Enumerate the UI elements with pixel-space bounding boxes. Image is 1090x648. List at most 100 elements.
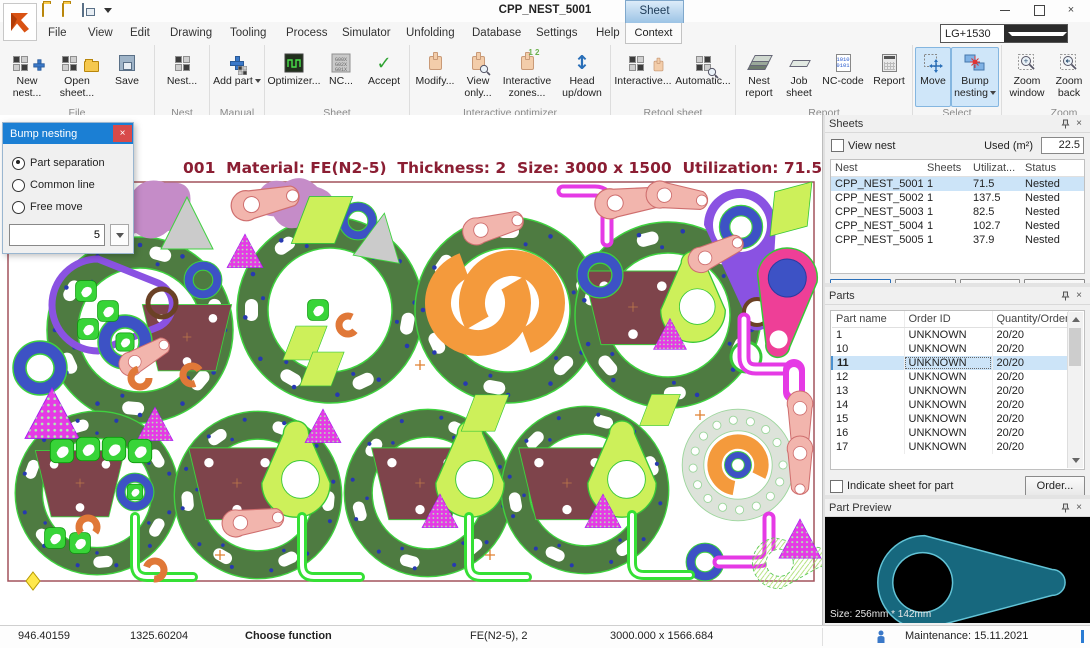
pin-icon[interactable]	[1058, 501, 1072, 515]
indicate-sheet-checkbox[interactable]: Indicate sheet for part	[830, 480, 953, 493]
nc-button[interactable]: G00XG02XG01X NC...	[321, 47, 361, 107]
parts-panel: Parts × Part name Order ID Quantity/Orde…	[825, 287, 1090, 495]
radio-part-separation[interactable]: Part separation	[3, 152, 133, 174]
radio-common-line[interactable]: Common line	[3, 174, 133, 196]
sheet-row[interactable]: CPP_NEST_50041 102.7Nested	[831, 219, 1084, 233]
machine-selector-value: LG+1530	[941, 28, 1004, 40]
retool-interactive-button[interactable]: Interactive...	[613, 47, 673, 107]
col-order-id[interactable]: Order ID	[904, 311, 992, 328]
tab-tooling[interactable]: Tooling	[222, 22, 274, 44]
preview-panel-title: Part Preview	[829, 502, 891, 514]
zoom-window-button[interactable]: + Zoom window	[1004, 47, 1050, 107]
modify-button[interactable]: Modify...	[412, 47, 458, 107]
pin-icon[interactable]	[1058, 117, 1072, 131]
view-nest-checkbox[interactable]: View nest	[831, 139, 896, 152]
tab-database[interactable]: Database	[464, 22, 529, 44]
report-button[interactable]: Report	[868, 47, 910, 107]
job-sheet-button[interactable]: Job sheet	[780, 47, 818, 107]
interactive-zones-icon: 1 2	[521, 50, 534, 76]
bump-distance-dropdown[interactable]	[110, 224, 129, 246]
open-sheet-button[interactable]: Open sheet...	[52, 47, 102, 107]
ribbon-group-sheet: Optimizer... G00XG02XG01X NC... ✓ Accept…	[265, 45, 410, 115]
part-row[interactable]: 1UNKNOWN20/20	[832, 328, 1069, 343]
scrollbar-thumb[interactable]	[1069, 328, 1081, 366]
nc-code-button[interactable]: 10100101 NC-code	[818, 47, 868, 107]
move-button[interactable]: Move	[915, 47, 951, 107]
part-row[interactable]: 12UNKNOWN20/20	[832, 370, 1069, 384]
app-logo[interactable]	[3, 3, 37, 41]
radio-free-move[interactable]: Free move	[3, 196, 133, 218]
bump-nesting-dialog: Bump nesting × Part separation Common li…	[2, 122, 134, 254]
svg-text:+: +	[1024, 57, 1029, 66]
tab-simulator[interactable]: Simulator	[334, 22, 399, 44]
nest-report-button[interactable]: Nest report	[738, 47, 780, 107]
optimizer-button[interactable]: Optimizer...	[267, 47, 321, 107]
close-icon[interactable]: ×	[1072, 117, 1086, 131]
scroll-up-icon[interactable]	[1068, 312, 1083, 327]
sheet-row[interactable]: CPP_NEST_50011 71.5Nested	[831, 177, 1084, 192]
view-only-icon	[472, 50, 485, 76]
col-quantity[interactable]: Quantity/Ordered	[992, 311, 1069, 328]
dialog-title-bar[interactable]: Bump nesting ×	[3, 123, 133, 144]
save-icon	[119, 50, 135, 76]
tab-process[interactable]: Process	[278, 22, 336, 44]
tab-context[interactable]: Context	[625, 22, 682, 44]
save-button[interactable]: Save	[102, 47, 152, 107]
view-only-button[interactable]: View only...	[458, 47, 498, 107]
cursor-y: 1325.60204	[130, 630, 188, 642]
sheet-row[interactable]: CPP_NEST_50051 37.9Nested	[831, 233, 1084, 247]
open-sheet-icon	[62, 50, 92, 76]
part-row-selected[interactable]: 11UNKNOWN20/20	[832, 356, 1069, 370]
accept-button[interactable]: ✓ Accept	[361, 47, 407, 107]
add-part-button[interactable]: Add part	[212, 47, 262, 107]
dialog-close-button[interactable]: ×	[113, 125, 132, 142]
close-icon[interactable]: ×	[1072, 501, 1086, 515]
pin-icon[interactable]	[1058, 289, 1072, 303]
col-nest[interactable]: Nest	[831, 160, 923, 177]
new-nest-button[interactable]: New nest...	[2, 47, 52, 107]
ribbon: New nest... Open sheet... Save File Nest…	[0, 45, 1090, 116]
maximize-button[interactable]	[1024, 0, 1054, 20]
interactive-zones-button[interactable]: 1 2 Interactive zones...	[498, 47, 556, 107]
parts-scrollbar[interactable]	[1067, 312, 1083, 468]
zoom-back-button[interactable]: Zoom back	[1050, 47, 1088, 107]
col-sheets[interactable]: Sheets	[923, 160, 969, 177]
bump-nesting-icon	[963, 50, 987, 76]
nest-button[interactable]: Nest...	[157, 47, 207, 107]
sheet-row[interactable]: CPP_NEST_50031 82.5Nested	[831, 205, 1084, 219]
part-row[interactable]: 15UNKNOWN20/20	[832, 412, 1069, 426]
part-row[interactable]: 17UNKNOWN20/20	[832, 440, 1069, 454]
close-button[interactable]: ×	[1056, 0, 1086, 20]
part-row[interactable]: 16UNKNOWN20/20	[832, 426, 1069, 440]
part-row[interactable]: 13UNKNOWN20/20	[832, 384, 1069, 398]
tab-edit[interactable]: Edit	[122, 22, 158, 44]
move-icon	[923, 50, 943, 76]
tab-drawing[interactable]: Drawing	[162, 22, 220, 44]
tab-view[interactable]: View	[80, 22, 121, 44]
minimize-button[interactable]	[990, 0, 1020, 20]
preview-size-label: Size: 256mm * 142mm	[830, 609, 931, 620]
machine-dropdown-icon[interactable]	[1004, 25, 1067, 42]
tab-settings[interactable]: Settings	[528, 22, 586, 44]
order-button[interactable]: Order...	[1025, 476, 1085, 496]
tab-file[interactable]: File	[40, 22, 75, 44]
retool-automatic-icon	[696, 50, 711, 76]
tab-unfolding[interactable]: Unfolding	[398, 22, 463, 44]
tab-help[interactable]: Help	[588, 22, 628, 44]
part-row[interactable]: 10UNKNOWN20/20	[832, 342, 1069, 356]
bump-distance-input[interactable]	[9, 224, 105, 246]
scroll-down-icon[interactable]	[1068, 453, 1083, 468]
optimizer-icon	[284, 50, 304, 76]
machine-selector[interactable]: LG+1530	[940, 24, 1068, 43]
head-updown-button[interactable]: ↕ Head up/down	[556, 47, 608, 107]
menu-tab-row: File View Edit Drawing Tooling Process S…	[0, 22, 1090, 46]
part-row[interactable]: 14UNKNOWN20/20	[832, 398, 1069, 412]
close-icon[interactable]: ×	[1072, 289, 1086, 303]
retool-automatic-button[interactable]: Automatic...	[673, 47, 733, 107]
col-utiliz[interactable]: Utilizat...	[969, 160, 1021, 177]
col-part-name[interactable]: Part name	[832, 311, 904, 328]
sheet-row[interactable]: CPP_NEST_50021 137.5Nested	[831, 191, 1084, 205]
col-status[interactable]: Status	[1021, 160, 1084, 177]
status-prompt: Choose function	[245, 630, 332, 642]
bump-nesting-button[interactable]: Bump nesting	[951, 47, 999, 107]
